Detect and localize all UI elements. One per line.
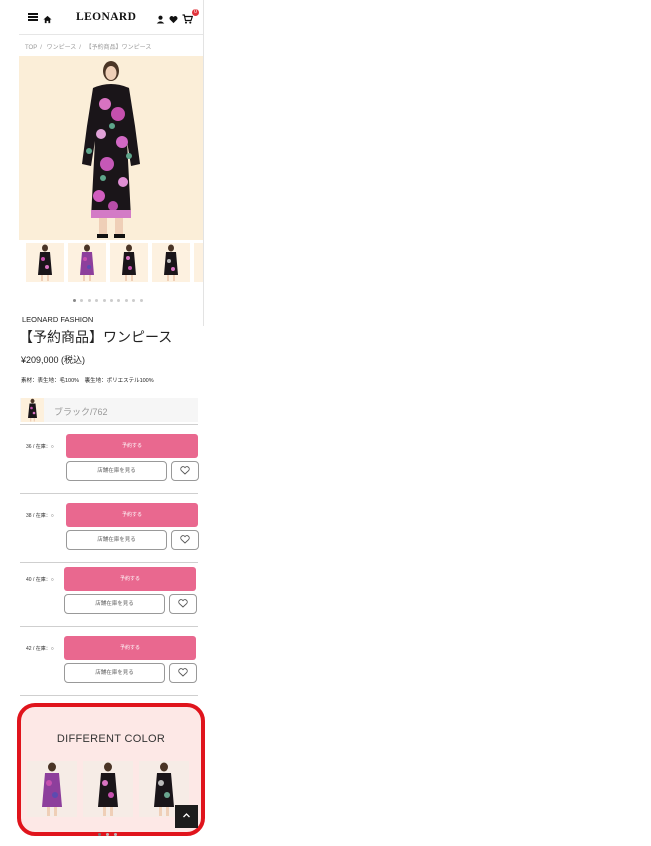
product-price: ¥209,000 (税込) (21, 355, 86, 365)
heart-outline-icon (180, 466, 190, 475)
product-brand: LEONARD FASHION (22, 315, 94, 324)
heart-outline-icon (178, 599, 188, 608)
home-icon[interactable] (43, 11, 52, 29)
color-variant-item[interactable] (83, 761, 133, 817)
product-material: 素材：表生地：毛100% 裏生地：ポリエステル100% (21, 378, 154, 384)
store-stock-button[interactable]: 店舗在庫を見る (66, 530, 167, 550)
favorite-button[interactable] (171, 530, 199, 550)
divider (20, 626, 198, 627)
header-divider (19, 34, 203, 35)
pagination-dot-active[interactable] (73, 299, 76, 302)
reserve-button[interactable]: 予約する (66, 503, 198, 527)
product-thumbnail[interactable] (110, 243, 148, 282)
pagination-dot[interactable] (109, 299, 113, 302)
product-thumbnail[interactable] (26, 243, 64, 282)
reserve-button[interactable]: 予約する (64, 567, 196, 591)
heart-outline-icon (180, 535, 190, 544)
pagination-dot[interactable] (132, 299, 136, 302)
pagination-dot[interactable] (114, 833, 117, 836)
cart-count-badge: 0 (192, 9, 199, 16)
pagination-dot[interactable] (87, 299, 91, 302)
size-row: 36 / 在庫：○ 予約する 店舗在庫を見る (20, 425, 200, 494)
breadcrumb-item[interactable]: TOP (25, 45, 37, 51)
different-color-title: DIFFERENT COLOR (56, 733, 166, 745)
reserve-button[interactable]: 予約する (66, 434, 198, 458)
pagination-dot[interactable] (95, 299, 99, 302)
product-thumbnail[interactable] (152, 243, 190, 282)
color-label: ブラック/762 (54, 407, 108, 417)
pagination-dot-active[interactable] (98, 833, 101, 836)
favorite-button[interactable] (169, 594, 197, 614)
color-swatch-thumbnail (21, 398, 44, 422)
breadcrumb-item[interactable]: ワンピース (47, 45, 77, 51)
heart-icon[interactable] (169, 11, 178, 29)
thumbnail-strip (19, 243, 204, 283)
site-header: LEONARD 0 (22, 8, 202, 30)
pagination-dot[interactable] (124, 299, 128, 302)
page-edge (203, 0, 204, 326)
size-stock-label: 42 / 在庫：○ (26, 646, 54, 652)
pagination-dot[interactable] (106, 833, 109, 836)
size-stock-label: 36 / 在庫：○ (26, 444, 54, 450)
size-row: 42 / 在庫：○ 予約する 店舗在庫を見る (20, 632, 200, 698)
mobile-page: LEONARD 0 TOP / ワンピース / 【予約商品】ワンピース LEON… (0, 0, 205, 846)
brand-logo[interactable]: LEONARD (76, 11, 136, 23)
product-main-image[interactable] (19, 56, 203, 240)
different-color-pagination (98, 823, 122, 841)
size-row: 40 / 在庫：○ 予約する 店舗在庫を見る (20, 563, 200, 629)
back-to-top-button[interactable] (175, 805, 198, 828)
breadcrumb-current: 【予約商品】ワンピース (85, 45, 152, 51)
breadcrumb: TOP / ワンピース / 【予約商品】ワンピース (25, 45, 152, 51)
store-stock-button[interactable]: 店舗在庫を見る (64, 663, 165, 683)
size-row: 38 / 在庫：○ 予約する 店舗在庫を見る (20, 494, 200, 563)
pagination-dot[interactable] (80, 299, 84, 302)
product-thumbnail[interactable] (68, 243, 106, 282)
menu-icon[interactable] (28, 13, 38, 21)
reserve-button[interactable]: 予約する (64, 636, 196, 660)
favorite-button[interactable] (169, 663, 197, 683)
size-stock-label: 38 / 在庫：○ (26, 513, 54, 519)
store-stock-button[interactable]: 店舗在庫を見る (64, 594, 165, 614)
user-icon[interactable] (156, 11, 165, 29)
chevron-up-icon (183, 813, 190, 818)
product-title: 【予約商品】ワンピース (19, 329, 173, 345)
size-stock-label: 40 / 在庫：○ (26, 577, 54, 583)
pagination-dot[interactable] (117, 299, 121, 302)
store-stock-button[interactable]: 店舗在庫を見る (66, 461, 167, 481)
color-variant-item[interactable] (27, 761, 77, 817)
heart-outline-icon (178, 668, 188, 677)
favorite-button[interactable] (171, 461, 199, 481)
divider (20, 695, 198, 696)
pagination-dot[interactable] (139, 299, 143, 302)
color-option[interactable]: ブラック/762 (20, 398, 198, 422)
pagination-dot[interactable] (102, 299, 106, 302)
gallery-pagination (73, 289, 147, 307)
